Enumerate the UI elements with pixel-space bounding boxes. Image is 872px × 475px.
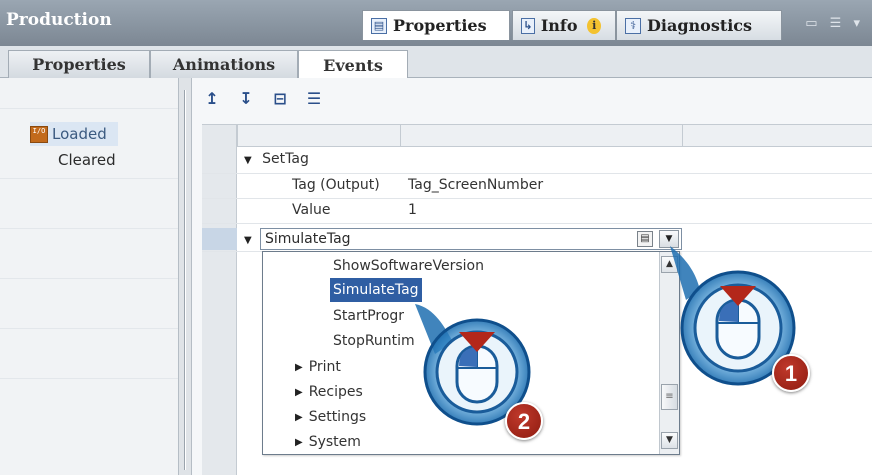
function-settag-row[interactable]: ▼ SetTag [244,151,309,167]
expand-arrow-icon: ▶ [295,361,303,373]
mouse-callout-1: 1 [662,242,822,412]
event-label: Loaded [52,125,107,143]
subtab-animations[interactable]: Animations [150,50,298,78]
param-value[interactable]: 1 [408,202,417,218]
panel-splitter[interactable] [178,78,192,475]
collapse-arrow-icon[interactable]: ▼ [244,155,252,166]
row-headers [202,125,237,475]
info-badge-icon: i [587,17,601,34]
collapse-icon[interactable]: ⊟ [270,90,290,108]
event-item-loaded[interactable]: I/O Loaded [30,122,118,146]
list-group-settings[interactable]: ▶ Settings [295,405,366,429]
list-item[interactable]: StopRuntim [333,329,415,353]
tab-info[interactable]: ↳ Info i [512,10,616,40]
tab-diagnostics[interactable]: ⚕ Diagnostics [616,10,782,40]
subtab-events[interactable]: Events [298,50,408,79]
list-icon[interactable]: ▤ [637,231,653,247]
mouse-callout-2: 2 [405,298,555,448]
tab-label: Diagnostics [647,16,753,35]
event-io-icon: I/O [30,125,48,143]
list-item[interactable]: ShowSoftwareVersion [333,254,484,278]
list-group-system[interactable]: ▶ System [295,430,361,454]
function-combo[interactable]: SimulateTag ▤ ▼ [260,228,682,250]
event-item-cleared[interactable]: Cleared [58,148,116,172]
expand-icon[interactable]: ☰ [304,90,324,108]
event-list-panel: I/O Loaded Cleared [0,78,178,475]
function-name: SetTag [262,151,309,167]
tab-label: Info [540,16,578,35]
move-up-icon[interactable]: ↥ [202,90,222,108]
list-group-recipes[interactable]: ▶ Recipes [295,380,363,404]
move-down-icon[interactable]: ↧ [236,90,256,108]
scroll-down-icon[interactable]: ▼ [661,432,678,449]
tab-label: Properties [393,16,487,35]
expand-arrow-icon: ▶ [295,436,303,448]
param-label: Value [292,202,331,218]
subtab-properties[interactable]: Properties [8,50,150,78]
step-badge: 1 [772,354,810,392]
expand-arrow-icon: ▶ [295,411,303,423]
info-icon: ↳ [521,17,535,34]
properties-icon: ▤ [371,17,387,34]
diagnostics-icon: ⚕ [625,17,641,34]
combo-value: SimulateTag [265,231,351,247]
subtab-bar: Properties Animations Events [0,46,872,79]
expand-arrow-icon: ▶ [295,386,303,398]
list-item[interactable]: StartProgr [333,304,404,328]
tab-properties[interactable]: ▤ Properties [362,10,510,40]
title-bar: Production ▤ Properties ↳ Info i ⚕ Diagn… [0,0,872,46]
function-toolbar: ↥ ↧ ⊟ ☰ [202,90,324,108]
param-label: Tag (Output) [292,177,380,193]
param-value[interactable]: Tag_ScreenNumber [408,177,543,193]
step-badge: 2 [505,402,543,440]
collapse-arrow-icon[interactable]: ▼ [244,231,258,247]
event-label: Cleared [58,151,116,169]
list-group-print[interactable]: ▶ Print [295,355,341,379]
window-controls-icon[interactable]: ▭ ☰ ▾ [805,16,864,31]
window-title: Production [6,10,112,30]
